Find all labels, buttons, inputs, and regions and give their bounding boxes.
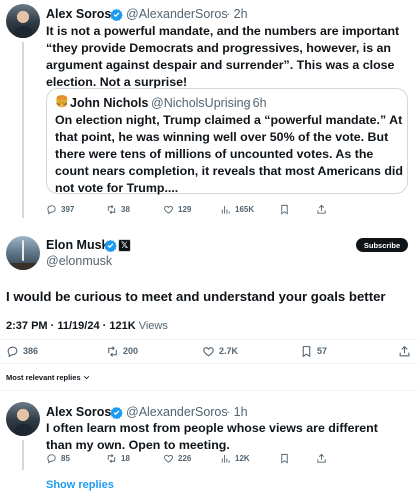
like-icon bbox=[163, 204, 174, 215]
avatar-alex-soros[interactable] bbox=[6, 4, 40, 38]
views-icon bbox=[220, 204, 231, 215]
repost-count: 38 bbox=[121, 204, 130, 214]
views-count: 121K bbox=[109, 320, 136, 332]
repost-count: 200 bbox=[123, 346, 139, 356]
divider bbox=[0, 363, 418, 364]
like-icon bbox=[163, 453, 174, 464]
reply-icon bbox=[46, 204, 57, 215]
post-text: It is not a powerful mandate, and the nu… bbox=[46, 24, 400, 89]
bookmark-button[interactable] bbox=[279, 204, 290, 215]
bookmark-count: 57 bbox=[317, 346, 328, 356]
like-button[interactable]: 129 bbox=[163, 204, 191, 215]
views-icon bbox=[220, 453, 231, 464]
share-icon bbox=[316, 453, 327, 464]
like-icon bbox=[202, 345, 215, 358]
reply-button[interactable]: 85 bbox=[46, 453, 70, 464]
reply-count: 386 bbox=[23, 346, 39, 356]
divider bbox=[0, 390, 418, 391]
post-time[interactable]: · 1h bbox=[226, 405, 248, 419]
avatar-alex-soros[interactable] bbox=[6, 402, 40, 436]
author-handle[interactable]: @AlexanderSoros bbox=[126, 7, 228, 21]
quote-author-name: John Nichols bbox=[70, 96, 149, 110]
divider bbox=[0, 339, 418, 340]
repost-button[interactable]: 200 bbox=[106, 345, 138, 358]
post-actions: 397 38 129 165K bbox=[46, 203, 406, 215]
x-affiliate-icon: 𝕏 bbox=[118, 239, 131, 252]
replies-sort-label: Most relevant replies bbox=[6, 373, 81, 382]
post-actions: 386 200 2.7K 57 bbox=[6, 344, 412, 358]
share-icon bbox=[398, 345, 411, 358]
post-meta: 2:37 PM · 11/19/24 · 121K Views bbox=[6, 320, 168, 332]
avatar-elon-musk[interactable] bbox=[6, 236, 40, 270]
share-icon bbox=[316, 204, 327, 215]
views-button[interactable]: 165K bbox=[220, 204, 254, 215]
quoted-post[interactable]: 🍔 John Nichols @NicholsUprising · 6h On … bbox=[46, 88, 408, 195]
replies-sort-dropdown[interactable]: Most relevant replies bbox=[6, 373, 90, 382]
reply-icon bbox=[46, 453, 57, 464]
like-button[interactable]: 226 bbox=[163, 453, 191, 464]
like-count: 129 bbox=[178, 204, 192, 214]
verified-badge-icon bbox=[110, 406, 123, 419]
thread-line bbox=[22, 42, 24, 218]
post-text: I would be curious to meet and understan… bbox=[6, 289, 386, 304]
quote-post-time: · 6h bbox=[245, 96, 267, 110]
author-name[interactable]: Elon Musk bbox=[46, 238, 109, 252]
repost-button[interactable]: 38 bbox=[106, 204, 130, 215]
quote-author-handle: @NicholsUprising bbox=[151, 96, 251, 110]
repost-icon bbox=[106, 204, 117, 215]
repost-button[interactable]: 18 bbox=[106, 453, 130, 464]
reply-count: 85 bbox=[61, 453, 70, 463]
verified-badge-icon bbox=[110, 8, 123, 21]
views-count: 165K bbox=[235, 204, 255, 214]
post-time[interactable]: · 2h bbox=[226, 7, 248, 21]
verified-badge-icon bbox=[104, 239, 117, 252]
reply-count: 397 bbox=[61, 204, 75, 214]
author-handle[interactable]: @AlexanderSoros bbox=[126, 405, 228, 419]
author-name[interactable]: Alex Soros bbox=[46, 405, 111, 419]
repost-count: 18 bbox=[121, 453, 130, 463]
bookmark-icon bbox=[300, 345, 313, 358]
like-count: 2.7K bbox=[219, 346, 239, 356]
meta-separator: · bbox=[47, 320, 58, 332]
quote-avatar-emoji: 🍔 bbox=[55, 96, 69, 108]
author-handle[interactable]: @elonmusk bbox=[46, 254, 112, 268]
post-text: I often learn most from people whose vie… bbox=[46, 421, 378, 452]
reply-button[interactable]: 386 bbox=[6, 345, 38, 358]
like-count: 226 bbox=[178, 453, 192, 463]
share-button[interactable] bbox=[316, 453, 327, 464]
like-button[interactable]: 2.7K bbox=[202, 345, 238, 358]
subscribe-button[interactable]: Subscribe bbox=[356, 238, 408, 252]
quote-text: On election night, Trump claimed a “powe… bbox=[55, 113, 403, 195]
views-count: 12K bbox=[235, 453, 250, 463]
repost-icon bbox=[106, 345, 119, 358]
author-name[interactable]: Alex Soros bbox=[46, 7, 111, 21]
views-button[interactable]: 12K bbox=[220, 453, 250, 464]
reply-icon bbox=[6, 345, 19, 358]
views-label: Views bbox=[138, 320, 168, 332]
show-replies-link[interactable]: Show replies bbox=[46, 479, 114, 491]
share-button[interactable] bbox=[398, 345, 411, 358]
post-date[interactable]: 11/19/24 bbox=[57, 320, 99, 332]
repost-icon bbox=[106, 453, 117, 464]
meta-separator: · bbox=[99, 320, 110, 332]
thread-line bbox=[22, 440, 24, 470]
post-time[interactable]: 2:37 PM bbox=[6, 320, 48, 332]
bookmark-button[interactable] bbox=[279, 453, 290, 464]
chevron-down-icon bbox=[83, 376, 89, 380]
bookmark-icon bbox=[279, 204, 290, 215]
bookmark-icon bbox=[279, 453, 290, 464]
share-button[interactable] bbox=[316, 204, 327, 215]
reply-button[interactable]: 397 bbox=[46, 204, 74, 215]
bookmark-button[interactable]: 57 bbox=[300, 345, 327, 358]
post-actions: 85 18 226 12K bbox=[46, 452, 406, 464]
